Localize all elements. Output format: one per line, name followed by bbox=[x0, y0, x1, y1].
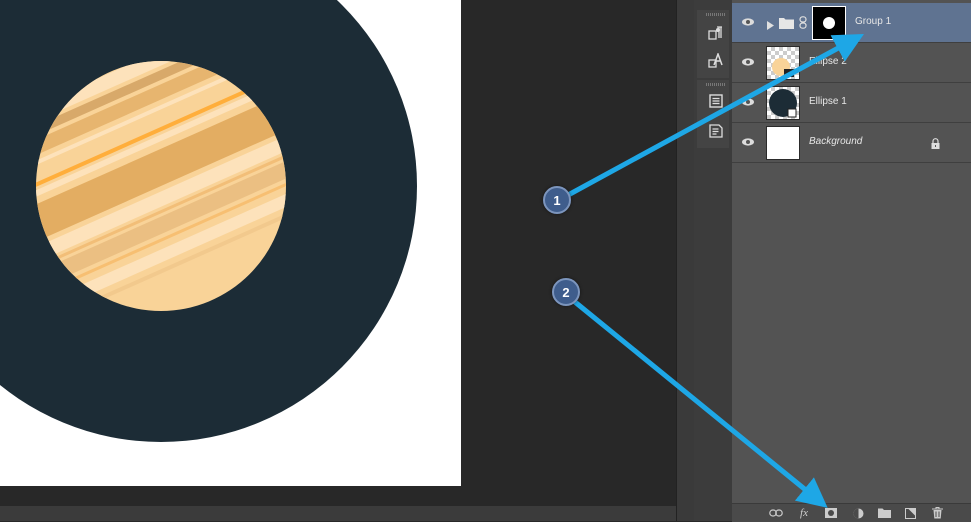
layer-row-ellipse-2[interactable]: Ellipse 2 bbox=[732, 43, 971, 83]
layer-name[interactable]: Ellipse 2 bbox=[809, 56, 847, 67]
eye-icon[interactable] bbox=[740, 15, 756, 29]
layer-name[interactable]: Ellipse 1 bbox=[809, 96, 847, 107]
layers-panel: Group 1 Ellipse 2 Ellipse 1 Background bbox=[732, 0, 971, 521]
document-canvas[interactable] bbox=[0, 0, 461, 486]
layer-name[interactable]: Group 1 bbox=[855, 16, 891, 27]
layer-thumbnail[interactable] bbox=[766, 46, 800, 80]
mask-icon[interactable] bbox=[823, 506, 839, 520]
panel-collapse-strip[interactable] bbox=[676, 0, 696, 521]
planet-artwork bbox=[0, 0, 417, 442]
panel-dock bbox=[694, 0, 733, 521]
canvas-area[interactable] bbox=[0, 0, 690, 521]
dock-group-type bbox=[697, 10, 729, 78]
lock-icon bbox=[931, 136, 940, 154]
eye-icon[interactable] bbox=[740, 55, 756, 69]
layer-row-group-1[interactable]: Group 1 bbox=[732, 3, 971, 43]
new-layer-icon[interactable] bbox=[902, 506, 918, 520]
dock-grip[interactable] bbox=[706, 83, 726, 86]
layer-row-ellipse-1[interactable]: Ellipse 1 bbox=[732, 83, 971, 123]
notes-icon[interactable] bbox=[705, 90, 727, 112]
chain-link-icon[interactable] bbox=[799, 16, 807, 34]
document-status-bar bbox=[0, 506, 690, 521]
callout-badge-1: 1 bbox=[543, 186, 571, 214]
eye-icon[interactable] bbox=[740, 135, 756, 149]
dock-grip[interactable] bbox=[706, 13, 726, 16]
trash-icon[interactable] bbox=[929, 506, 945, 520]
dock-group-notes bbox=[697, 80, 729, 148]
adjustment-icon[interactable] bbox=[850, 506, 866, 520]
layer-row-background[interactable]: Background bbox=[732, 123, 971, 163]
layers-panel-footer: fx bbox=[732, 503, 971, 522]
character-icon[interactable] bbox=[705, 50, 727, 72]
folder-icon[interactable] bbox=[876, 506, 892, 520]
properties-icon[interactable] bbox=[705, 120, 727, 142]
fx-icon[interactable]: fx bbox=[796, 506, 812, 520]
layer-thumbnail[interactable] bbox=[766, 126, 800, 160]
eye-icon[interactable] bbox=[740, 95, 756, 109]
layer-thumbnail[interactable] bbox=[766, 86, 800, 120]
triangle-right-icon[interactable] bbox=[767, 17, 774, 35]
chain-link-icon[interactable] bbox=[768, 506, 784, 520]
paragraph-icon[interactable] bbox=[705, 22, 727, 44]
layer-name[interactable]: Background bbox=[809, 136, 862, 147]
folder-icon bbox=[779, 16, 794, 34]
layer-mask-thumbnail[interactable] bbox=[812, 6, 846, 40]
callout-badge-2: 2 bbox=[552, 278, 580, 306]
